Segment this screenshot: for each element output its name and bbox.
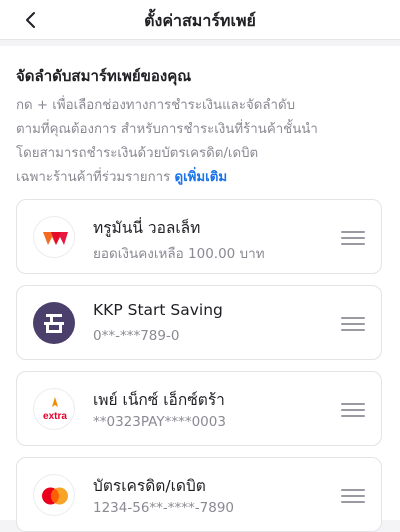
truemoney-wallet-icon — [33, 216, 75, 258]
description-line: ตามที่คุณต้องการ สำหรับการชำระเงินที่ร้า… — [16, 122, 318, 137]
top-app-bar: ตั้งค่าสมาร์ทเพย์ — [0, 0, 400, 40]
drag-handle-icon[interactable] — [341, 403, 365, 417]
extra-logo-text: extra — [43, 411, 67, 422]
description-line-text: เฉพาะร้านค้าที่ร่วมรายการ — [16, 170, 171, 185]
description-line: กด + เพื่อเลือกช่องทางการชำระเงินและจัดล… — [16, 98, 296, 113]
description-line: โดยสามารถชำระเงินด้วยบัตรเครดิต/เดบิต — [16, 146, 259, 161]
payment-method-card[interactable]: ทรูมันนี่ วอลเล็ท ยอดเงินคงเหลือ 100.00 … — [16, 199, 382, 274]
kkp-bank-icon — [33, 302, 75, 344]
payment-method-detail: ยอดเงินคงเหลือ 100.00 บาท — [93, 246, 265, 262]
drag-handle-icon[interactable] — [341, 317, 365, 331]
payment-method-name: KKP Start Saving — [93, 301, 223, 319]
main-content: จัดลำดับสมาร์ทเพย์ของคุณ กด + เพื่อเลือก… — [0, 46, 400, 532]
payment-method-card[interactable]: KKP Start Saving 0**-***789-0 — [16, 285, 382, 360]
see-more-link[interactable]: ดูเพิ่มเติม — [174, 170, 227, 185]
paynext-extra-icon: extra — [33, 388, 75, 430]
payment-method-detail: 1234-56**-****-7890 — [93, 500, 235, 516]
section-description: กด + เพื่อเลือกช่องทางการชำระเงินและจัดล… — [16, 94, 386, 190]
drag-handle-icon[interactable] — [341, 231, 365, 245]
drag-handle-icon[interactable] — [341, 489, 365, 503]
payment-method-name: บัตรเครดิต/เดบิต — [93, 477, 206, 495]
description-line-last: เฉพาะร้านค้าที่ร่วมรายการ ดูเพิ่มเติม — [16, 166, 386, 190]
payment-method-detail: **0323PAY****0003 — [93, 414, 226, 430]
payment-method-name: เพย์ เน็กซ์ เอ็กซ์ตร้า — [93, 391, 225, 409]
section-title: จัดลำดับสมาร์ทเพย์ของคุณ — [16, 67, 192, 85]
page-title: ตั้งค่าสมาร์ทเพย์ — [144, 11, 256, 30]
payment-method-card[interactable]: บัตรเครดิต/เดบิต 1234-56**-****-7890 — [16, 457, 382, 532]
mastercard-icon — [33, 474, 75, 516]
payment-method-name: ทรูมันนี่ วอลเล็ท — [93, 219, 201, 237]
payment-method-card[interactable]: extra เพย์ เน็กซ์ เอ็กซ์ตร้า **0323PAY**… — [16, 371, 382, 446]
payment-method-detail: 0**-***789-0 — [93, 328, 180, 344]
